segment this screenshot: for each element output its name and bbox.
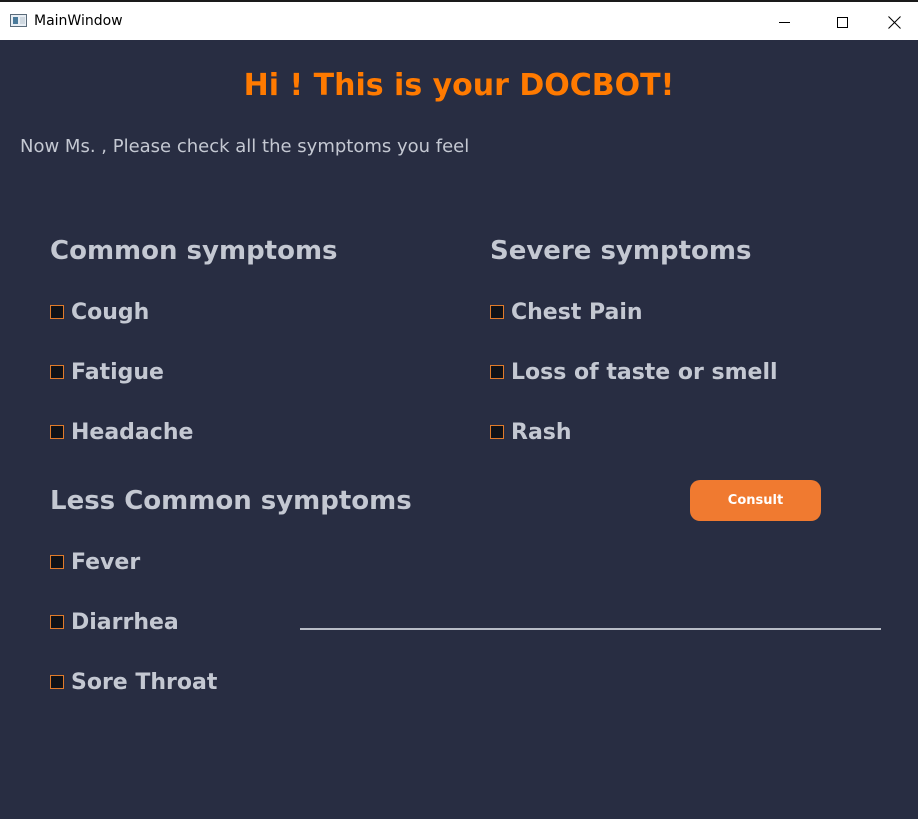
checkbox-label: Fatigue [71,359,164,385]
checkbox-box[interactable] [50,675,64,689]
checkbox-fever[interactable]: Fever [50,549,140,575]
checkbox-box[interactable] [50,305,64,319]
checkbox-box[interactable] [490,305,504,319]
checkbox-label: Headache [71,419,194,445]
window-title: MainWindow [34,13,123,29]
checkbox-label: Diarrhea [71,609,179,635]
client-area: Hi ! This is your DOCBOT! Now Ms. , Plea… [0,40,918,819]
instruction-text: Now Ms. , Please check all the symptoms … [20,136,470,157]
close-icon [888,16,901,29]
checkbox-label: Chest Pain [511,299,643,325]
less-common-symptoms-title: Less Common symptoms [50,486,412,516]
checkbox-box[interactable] [50,555,64,569]
checkbox-loss-of-taste-or-smell[interactable]: Loss of taste or smell [490,359,778,385]
checkbox-fatigue[interactable]: Fatigue [50,359,164,385]
maximize-button[interactable] [813,4,871,40]
app-icon [10,14,27,27]
title-bar[interactable]: MainWindow [0,0,918,40]
minimize-icon [778,21,790,23]
checkbox-chest-pain[interactable]: Chest Pain [490,299,643,325]
checkbox-label: Rash [511,419,572,445]
maximize-icon [836,16,848,28]
checkbox-label: Cough [71,299,150,325]
checkbox-rash[interactable]: Rash [490,419,572,445]
checkbox-box[interactable] [490,425,504,439]
checkbox-box[interactable] [490,365,504,379]
page-title: Hi ! This is your DOCBOT! [243,68,675,103]
consult-button[interactable]: Consult [690,480,821,521]
checkbox-box[interactable] [50,425,64,439]
checkbox-sore-throat[interactable]: Sore Throat [50,669,217,695]
result-divider-line [300,628,881,630]
checkbox-box[interactable] [50,615,64,629]
checkbox-diarrhea[interactable]: Diarrhea [50,609,179,635]
severe-symptoms-title: Severe symptoms [490,236,752,266]
checkbox-label: Fever [71,549,141,575]
checkbox-headache[interactable]: Headache [50,419,193,445]
checkbox-cough[interactable]: Cough [50,299,149,325]
minimize-button[interactable] [755,4,813,40]
common-symptoms-title: Common symptoms [50,236,338,266]
close-button[interactable] [871,4,918,40]
checkbox-label: Sore Throat [71,669,218,695]
main-window: MainWindow Hi ! This is your DOCBOT! Now… [0,0,918,819]
checkbox-label: Loss of taste or smell [511,359,778,385]
checkbox-box[interactable] [50,365,64,379]
